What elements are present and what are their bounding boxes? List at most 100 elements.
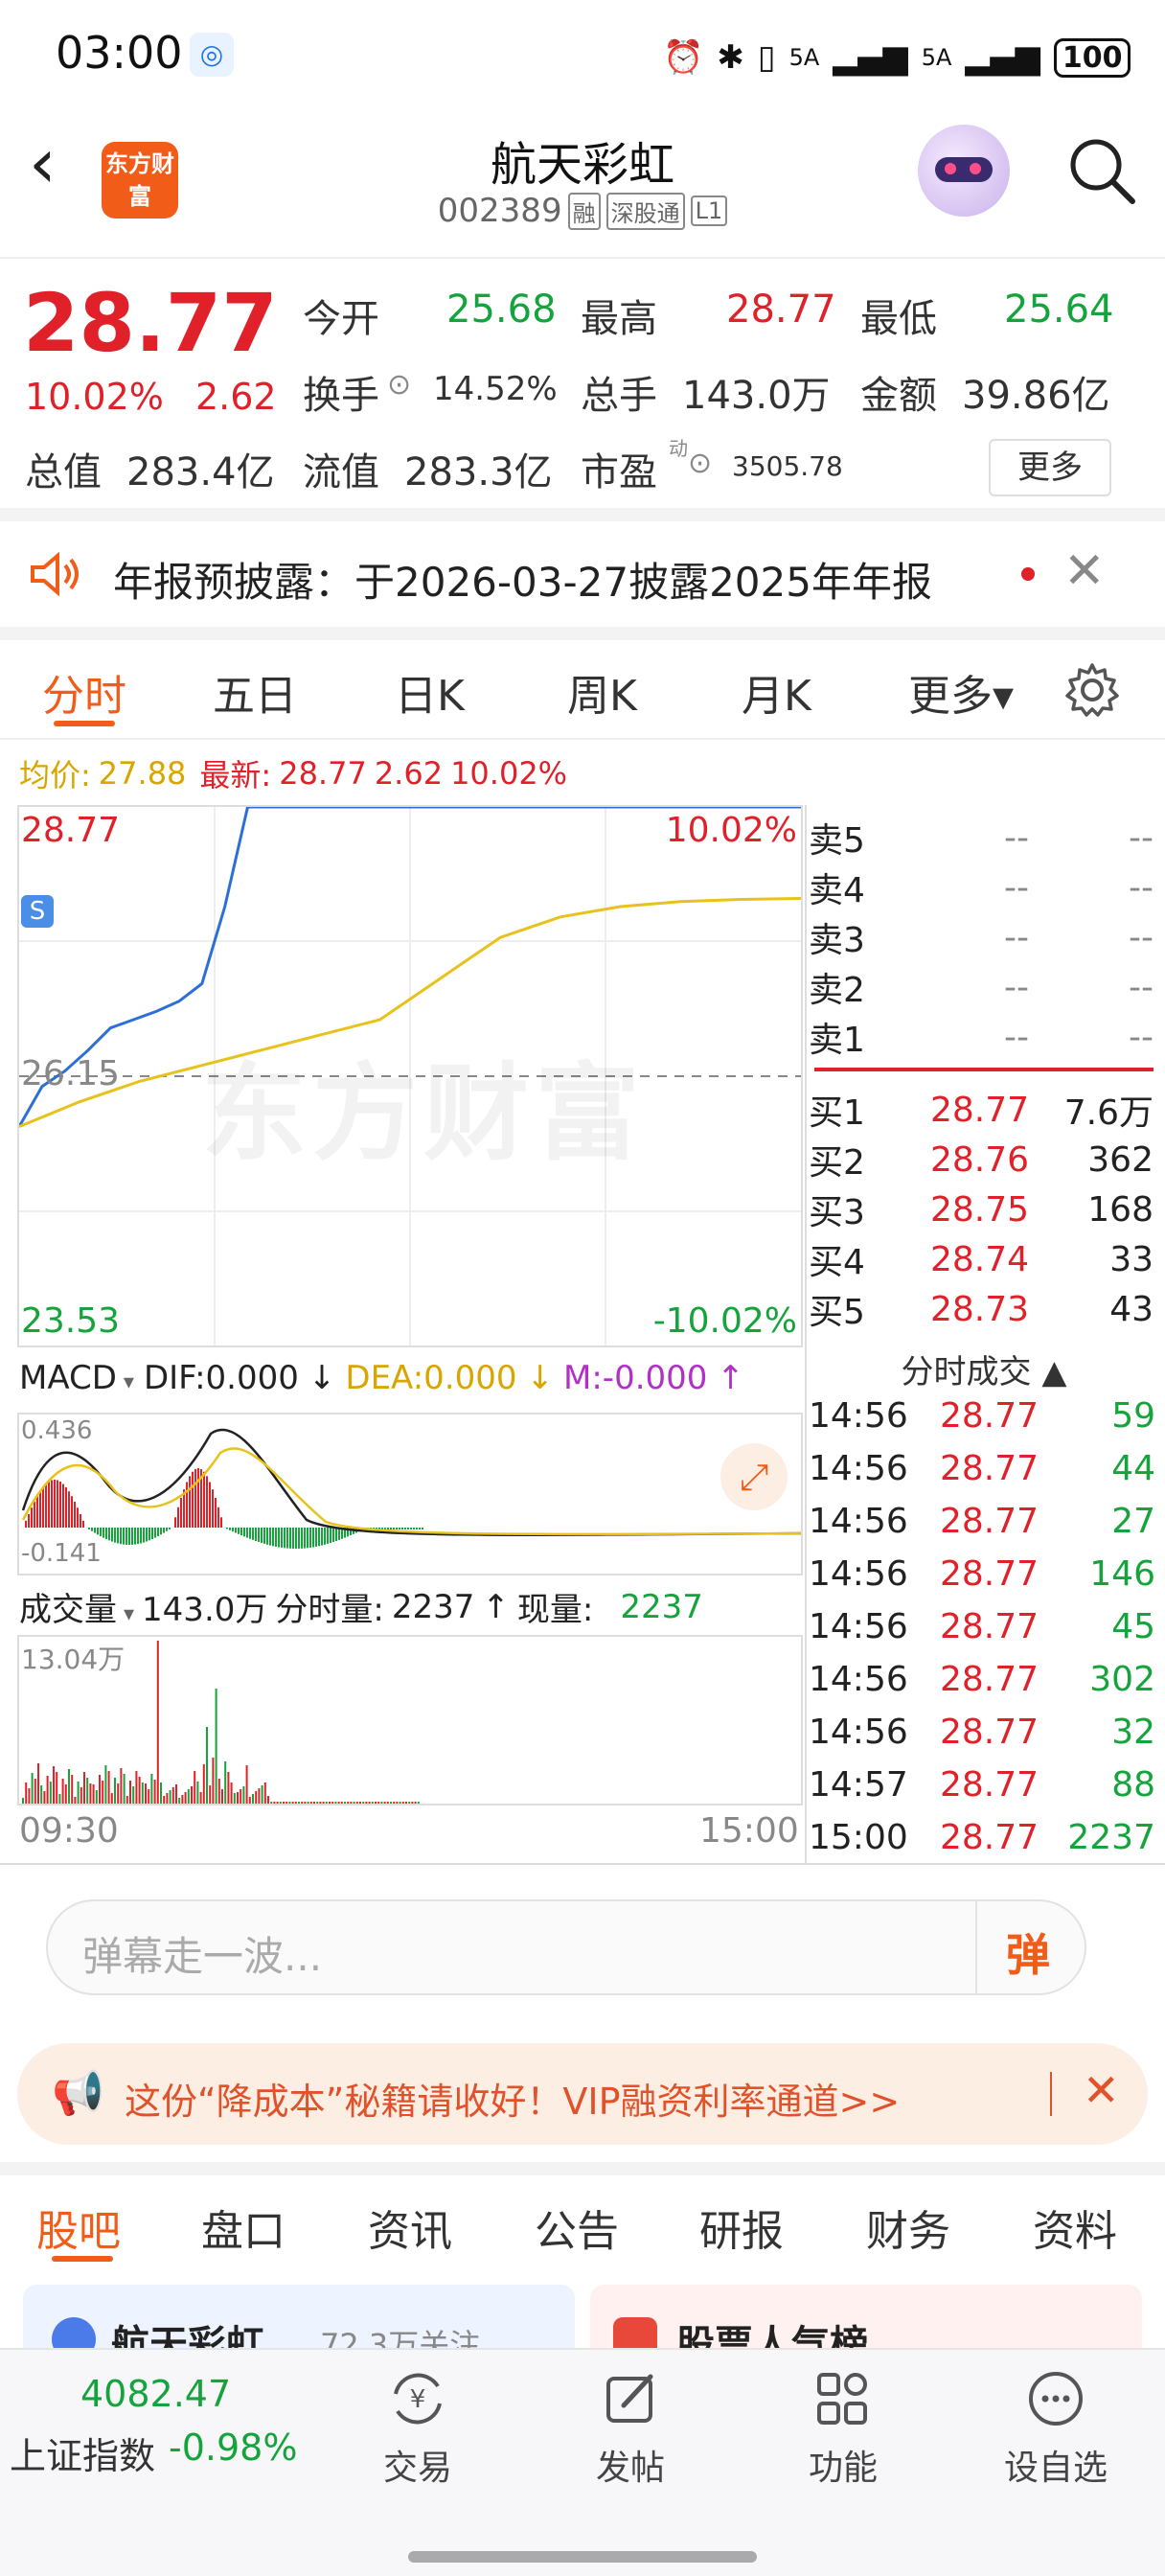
settings-gear-icon[interactable]	[1062, 659, 1123, 721]
ask-row[interactable]: 卖2 -- --	[809, 962, 1159, 1012]
macd-chart[interactable]: 0.436 -0.141 ⤢	[17, 1413, 803, 1576]
tab-news[interactable]: 资讯	[368, 2196, 452, 2258]
status-time: 03:00	[56, 27, 183, 79]
axis-top-price: 28.77	[21, 811, 121, 850]
ask-price: --	[1004, 817, 1029, 858]
tick-label: 分时量:	[275, 1591, 384, 1629]
danmu-input[interactable]: 弹幕走一波... 弹	[46, 1899, 1086, 1995]
period-tabs: 分时 五日 日K 周K 月K 更多▾	[0, 640, 1165, 736]
trade-row: 14:56 28.77 27	[809, 1495, 1159, 1548]
trade-price: 28.77	[939, 1449, 1039, 1488]
notice-text: 年报预披露：于2026-03-27披露2025年年报	[113, 559, 932, 606]
tab-research[interactable]: 研报	[699, 2196, 784, 2258]
tab-active-indicator	[54, 721, 115, 726]
tab-5day[interactable]: 五日	[213, 661, 297, 723]
trade-price: 28.77	[939, 1396, 1039, 1436]
ask-price: --	[1004, 917, 1029, 957]
expand-icon[interactable]: ⤢	[720, 1443, 788, 1510]
ask-row[interactable]: 卖5 -- --	[809, 813, 1159, 862]
status-icons: ⏰ ✱ ▯ 5A ▂▄▆ 5A ▂▄▆ 100	[663, 29, 1131, 86]
ask-volume: --	[1129, 967, 1154, 1007]
macd-selector[interactable]: MACD ▾	[19, 1359, 134, 1397]
tab-weekly[interactable]: 周K	[567, 661, 637, 723]
last-price: 28.77	[23, 276, 278, 370]
macd-dif: DIF:0.000	[143, 1359, 299, 1397]
volume-chart[interactable]: 13.04万	[17, 1635, 803, 1806]
info-icon[interactable]: ⊙	[387, 368, 411, 402]
ask-volume: --	[1129, 817, 1154, 858]
bid-row[interactable]: 买4 28.74 33	[809, 1234, 1159, 1284]
bid-row[interactable]: 买3 28.75 168	[809, 1184, 1159, 1234]
search-icon[interactable]	[1065, 134, 1138, 207]
nav-post[interactable]: 发帖	[554, 2365, 707, 2490]
ask-volume: --	[1129, 867, 1154, 908]
close-icon[interactable]: ✕	[1063, 542, 1106, 600]
tab-more[interactable]: 更多▾	[908, 661, 1014, 723]
amount-value: 39.86亿	[962, 374, 1110, 418]
trade-time: 14:57	[809, 1765, 908, 1805]
open-label: 今开	[303, 297, 379, 341]
alarm-icon: ⏰	[663, 38, 704, 77]
signal-icon-2: ▂▄▆	[965, 38, 1040, 77]
tab-finance[interactable]: 财务	[866, 2196, 950, 2258]
trades-title[interactable]: 分时成交 ▲	[809, 1346, 1159, 1392]
tab-pankou[interactable]: 盘口	[201, 2196, 286, 2258]
bid-row[interactable]: 买2 28.76 362	[809, 1135, 1159, 1184]
bid-row[interactable]: 买5 28.73 43	[809, 1284, 1159, 1334]
tab-announcement[interactable]: 公告	[535, 2196, 619, 2258]
axis-bottom-price: 23.53	[21, 1301, 121, 1341]
tab-daily[interactable]: 日K	[395, 661, 465, 723]
promo-close-icon[interactable]: ✕	[1083, 2064, 1120, 2116]
volume-selector[interactable]: 成交量 ▾	[19, 1583, 134, 1630]
ask-label: 卖5	[809, 821, 865, 861]
trade-time: 15:00	[809, 1818, 908, 1857]
ask-label: 卖1	[809, 1021, 865, 1060]
trade-volume: 44	[1111, 1449, 1155, 1488]
notice-bar[interactable]: 年报预披露：于2026-03-27披露2025年年报 ✕	[0, 521, 1165, 627]
quote-panel: 28.77 10.02% 2.62 今开 25.68 最高 28.77 最低 2…	[0, 261, 1165, 506]
pe-label: 市盈	[581, 450, 657, 494]
trade-time: 14:56	[809, 1713, 908, 1752]
tab-intraday[interactable]: 分时	[42, 661, 126, 723]
nav-trade[interactable]: ¥ 交易	[341, 2365, 494, 2490]
tab-profile[interactable]: 资料	[1033, 2196, 1117, 2258]
ask-row[interactable]: 卖1 -- --	[809, 1012, 1159, 1062]
ask-price: --	[1004, 867, 1029, 908]
trade-volume: 88	[1111, 1765, 1155, 1805]
ask-row[interactable]: 卖3 -- --	[809, 912, 1159, 962]
bid-label: 买1	[809, 1093, 865, 1133]
pe-sup: 动	[669, 437, 688, 460]
ask-row[interactable]: 卖4 -- --	[809, 862, 1159, 912]
pe-info-icon[interactable]: ⊙	[688, 447, 712, 480]
s-marker-icon[interactable]: S	[21, 895, 54, 928]
orderbook-divider	[814, 1068, 1154, 1071]
more-button[interactable]: 更多	[989, 439, 1111, 496]
bid-volume: 43	[1109, 1289, 1154, 1329]
trade-price: 28.77	[939, 1713, 1039, 1752]
edit-icon	[593, 2365, 668, 2432]
ask-label: 卖2	[809, 971, 865, 1010]
turnover-value: 14.52%	[433, 370, 558, 408]
badge-margin: 融	[567, 192, 601, 230]
price-chart[interactable]: 东方财富 28.77 26.15 23.53 10.02% -10.02% S	[17, 805, 803, 1347]
volume-label: 总手	[581, 374, 657, 418]
nav-function[interactable]: 功能	[766, 2365, 920, 2490]
high-value: 28.77	[726, 288, 836, 332]
now-value: 2237	[620, 1587, 703, 1626]
time-start: 09:30	[19, 1811, 119, 1851]
tab-monthly[interactable]: 月K	[742, 661, 811, 723]
nav-add-favorite[interactable]: 设自选	[979, 2365, 1132, 2490]
robot-assistant-icon[interactable]	[918, 125, 1010, 217]
tab-guba[interactable]: 股吧	[36, 2196, 121, 2258]
bid-row[interactable]: 买1 28.77 7.6万	[809, 1085, 1159, 1135]
danmu-button[interactable]: 弹	[1006, 1920, 1050, 1984]
trade-volume: 302	[1089, 1660, 1155, 1699]
promo-banner[interactable]: 📢 这份“降成本”秘籍请收好！VIP融资利率通道>> ✕	[17, 2043, 1148, 2145]
bid-price: 28.74	[929, 1239, 1029, 1279]
index-name: 上证指数	[10, 2435, 156, 2477]
trade-row: 14:56 28.77 59	[809, 1390, 1159, 1442]
signal-icon-1: ▂▄▆	[833, 38, 908, 77]
latest-value: 28.77	[279, 755, 367, 792]
index-widget[interactable]: 4082.47 上证指数 -0.98%	[0, 2365, 307, 2490]
chart-header: 均价: 27.88 最新: 28.77 2.62 10.02%	[19, 751, 567, 795]
